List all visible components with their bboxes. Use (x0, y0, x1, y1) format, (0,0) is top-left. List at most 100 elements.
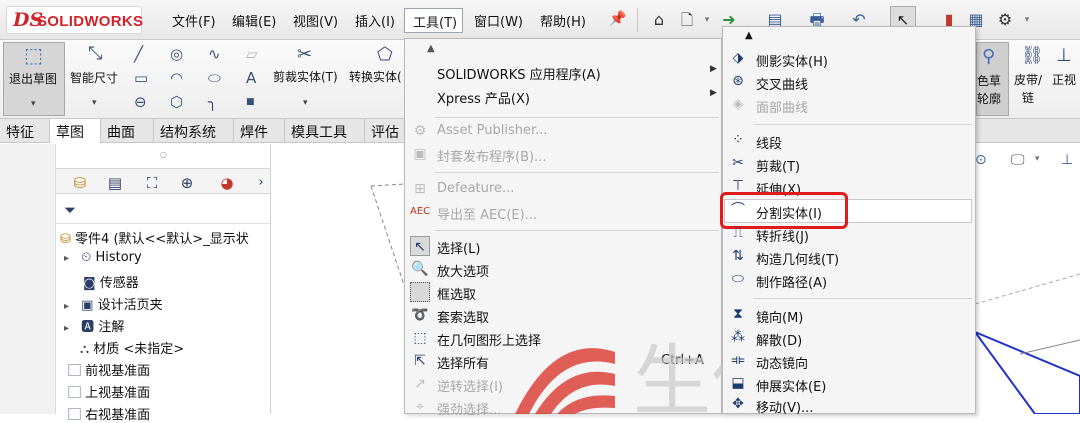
menu-item-segment[interactable]: 线段 (756, 133, 782, 155)
chevron-right-icon[interactable]: › (248, 172, 274, 194)
text-icon[interactable]: A (246, 70, 256, 86)
view-orientation-icon[interactable]: ⊙ (975, 152, 987, 168)
chevron-down-icon[interactable]: ▾ (31, 99, 36, 109)
chevron-down-icon[interactable]: ▾ (303, 98, 308, 108)
menu-item-face-curves[interactable]: 面部曲线 (756, 97, 808, 119)
expand-arrow-icon[interactable]: ▸ (64, 301, 69, 312)
menu-item-asset-publisher[interactable]: Asset Publisher... (437, 123, 548, 145)
slot-icon[interactable]: ⊖ (134, 94, 147, 110)
menu-insert[interactable]: 插入(I) (355, 11, 395, 30)
polygon-icon[interactable]: ⬡ (170, 94, 183, 110)
menu-item-power-select[interactable]: 强劲选择... (437, 399, 501, 421)
menu-window[interactable]: 窗口(W) (474, 11, 523, 30)
plane-icon[interactable]: ▱ (246, 46, 258, 62)
tree-root[interactable]: ⛁ 零件4 (默认<<默认>_显示状 (60, 228, 249, 247)
menu-item-stretch-entities[interactable]: 伸展实体(E) (756, 376, 826, 398)
menu-file[interactable]: 文件(F) (172, 11, 216, 30)
menu-item-explode[interactable]: 解散(D) (756, 330, 802, 352)
point-icon[interactable]: ■ (246, 94, 255, 110)
menu-item-construction-geometry[interactable]: 构造几何线(T) (756, 249, 839, 271)
tab-mold-tools[interactable]: 模具工具 (285, 119, 365, 143)
property-manager-icon[interactable]: ▤ (102, 172, 128, 194)
tab-sketch[interactable]: 草图 (50, 119, 101, 143)
menu-item-dynamic-mirror[interactable]: 动态镜向 (756, 353, 808, 375)
tab-structure-system[interactable]: 结构系统 (154, 119, 234, 143)
menu-item-export-aec[interactable]: 导出至 AEC(E)... (437, 204, 537, 226)
menu-item-xpress-products[interactable]: Xpress 产品(X) ▶ (437, 88, 717, 110)
aec-export-icon: AEC (410, 206, 431, 217)
expand-arrow-icon[interactable]: ▸ (64, 253, 69, 264)
chevron-down-icon[interactable]: ▾ (1035, 154, 1040, 164)
history-icon: ⏲ (81, 250, 92, 265)
configuration-manager-icon[interactable]: ⛶ (139, 172, 165, 194)
tree-item-front-plane[interactable]: ⃞ 前视基准面 (64, 360, 150, 379)
tab-evaluate[interactable]: 评估 (365, 119, 405, 143)
scroll-up-arrow-icon[interactable]: ▲ (745, 30, 753, 41)
spline-icon[interactable]: ∿ (208, 46, 221, 62)
menu-tools[interactable]: 工具(T) (404, 8, 463, 33)
pin-icon[interactable]: 📌 (609, 10, 627, 28)
tree-item-material[interactable]: ⛬ 材质 <未指定> (64, 338, 184, 357)
menu-item-select-all[interactable]: 选择所有 (437, 353, 489, 375)
display-style-icon[interactable]: 🖵 (1011, 152, 1025, 168)
feature-manager-icon[interactable]: ⛁ (67, 172, 93, 194)
envelope-publisher-icon: ▣ (413, 146, 427, 162)
color-sketch-outline-button[interactable]: ⚲ 色草 轮廓 (976, 42, 1009, 116)
menu-item-move[interactable]: 移动(V)... (756, 397, 813, 419)
trim-entities-button[interactable]: ✂ 剪裁实体(T) ▾ (271, 42, 343, 116)
menu-item-lasso-selection[interactable]: 套索选取 (437, 307, 489, 329)
scroll-up-arrow-icon[interactable]: ▲ (427, 43, 435, 54)
gear-icon[interactable]: ⚙ (996, 11, 1014, 29)
chevron-down-icon[interactable]: ▾ (698, 11, 716, 29)
ellipse-icon[interactable]: ⬭ (208, 70, 221, 86)
menu-item-make-path[interactable]: 制作路径(A) (756, 272, 827, 294)
tree-item-annotations[interactable]: ▸ 🅰 注解 (64, 316, 124, 335)
dimxpert-icon[interactable]: ⊕ (174, 172, 200, 194)
menu-item-invert-selection[interactable]: 逆转选择(I) (437, 376, 503, 398)
menu-item-jog-line[interactable]: 转折线(J) (756, 226, 809, 248)
solidworks-logo[interactable]: DS SOLIDWORKS (6, 6, 143, 34)
home-icon[interactable]: ⌂ (650, 11, 668, 29)
line-icon[interactable]: ╱ (134, 46, 143, 62)
exit-sketch-button[interactable]: ⬚ 退出草图 ▾ (3, 42, 65, 116)
menu-item-envelope-publisher[interactable]: 封套发布程序(B)... (437, 146, 546, 168)
tree-item-history[interactable]: ▸ ⏲ History (64, 250, 142, 265)
options-chevron-icon[interactable]: ▾ (1018, 11, 1036, 29)
fillet-icon[interactable]: ╮ (208, 94, 217, 110)
tab-surfaces[interactable]: 曲面 (101, 119, 154, 143)
smart-dimension-button[interactable]: ⤡ 智能尺寸 ▾ (68, 42, 126, 116)
menu-item-select[interactable]: 选择(L) (437, 238, 480, 260)
menu-item-mirror[interactable]: 镜向(M) (756, 307, 803, 329)
menu-item-silhouette-entities[interactable]: 侧影实体(H) (756, 51, 828, 73)
new-document-icon[interactable]: 🗋 (678, 11, 696, 29)
expand-arrow-icon[interactable]: ▸ (64, 323, 69, 334)
menu-view[interactable]: 视图(V) (293, 11, 338, 30)
display-manager-icon[interactable]: ◕ (214, 172, 240, 194)
tab-features[interactable]: 特征 (0, 119, 50, 143)
menu-item-trim[interactable]: 剪裁(T) (756, 156, 800, 178)
section-view-icon[interactable]: ⊥ (1061, 152, 1073, 168)
menu-edit[interactable]: 编辑(E) (232, 11, 276, 30)
menu-item-box-selection[interactable]: 框选取 (437, 284, 476, 306)
convert-entities-button[interactable]: ⬠ 转换实体( (347, 42, 405, 116)
menu-item-magnified-selection[interactable]: 放大选项 (437, 261, 489, 283)
exit-sketch-icon: ⬚ (24, 43, 43, 67)
tree-item-design-binder[interactable]: ▸ ▣ 设计活页夹 (64, 294, 163, 313)
arc-icon[interactable]: ◠ (170, 70, 183, 86)
tab-weldments[interactable]: 焊件 (234, 119, 285, 143)
rectangle-icon[interactable]: ▭ (134, 70, 148, 86)
collapse-handle-icon[interactable]: ○ (160, 150, 167, 159)
tree-item-sensors[interactable]: ◙ 传感器 (64, 272, 139, 291)
normal-to-button[interactable]: ⊥ 正视 (1050, 42, 1080, 116)
trim-entities-label: 剪裁实体(T) (273, 70, 338, 84)
menu-item-solidworks-applications[interactable]: SOLIDWORKS 应用程序(A) ▶ (437, 64, 717, 86)
menu-item-intersection-curve[interactable]: 交叉曲线 (756, 74, 808, 96)
chevron-down-icon[interactable]: ▾ (92, 98, 97, 108)
tree-item-top-plane[interactable]: ⃞ 上视基准面 (64, 382, 150, 401)
face-curves-icon: ◈ (732, 96, 744, 112)
filter-icon[interactable]: ⏷ (64, 201, 76, 219)
menu-help[interactable]: 帮助(H) (540, 11, 586, 30)
menu-item-defeature[interactable]: Defeature... (437, 181, 514, 203)
belt-chain-button[interactable]: ⛓ 皮带/ 链 (1012, 42, 1048, 116)
circle-icon[interactable]: ◎ (170, 46, 183, 62)
